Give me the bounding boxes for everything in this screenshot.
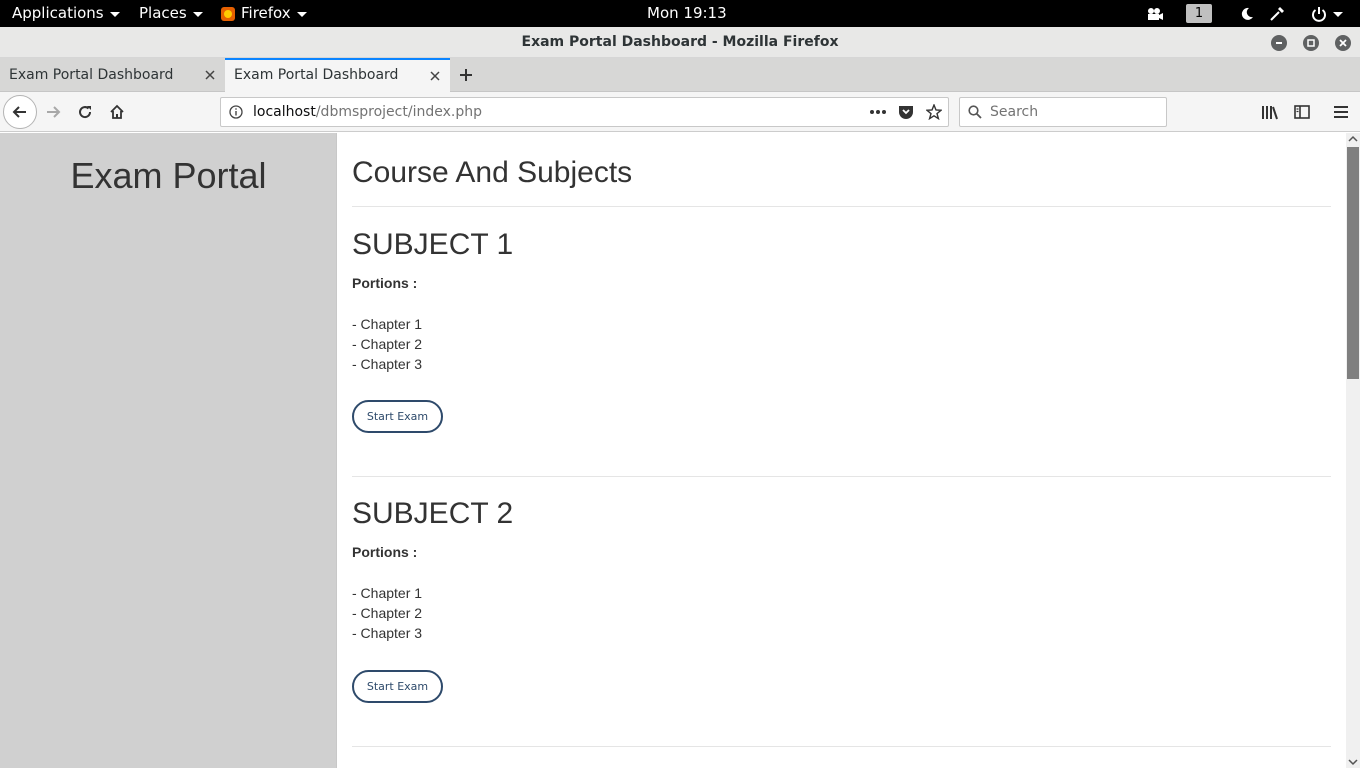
chapter-item: - Chapter 2 (352, 605, 423, 621)
chapter-item: - Chapter 2 (352, 336, 423, 352)
window-titlebar: Exam Portal Dashboard - Mozilla Firefox (0, 27, 1360, 58)
close-tab-icon[interactable] (428, 60, 442, 92)
page-heading: Course And Subjects (352, 156, 633, 189)
scroll-up-arrow-icon[interactable] (1348, 135, 1358, 143)
firefox-icon (221, 6, 235, 21)
subject-card-1: SUBJECT 1 Portions : - Chapter 1 - Chapt… (352, 228, 1331, 488)
start-exam-button[interactable]: Start Exam (352, 400, 443, 433)
minimize-button[interactable] (1271, 35, 1287, 51)
close-tab-icon[interactable] (203, 58, 217, 92)
clock[interactable]: Mon 19:13 (647, 0, 727, 27)
tab-label: Exam Portal Dashboard (9, 67, 174, 83)
portions-label: Portions : (352, 544, 418, 560)
pocket-icon[interactable] (893, 98, 919, 126)
url-bar[interactable]: localhost/dbmsproject/index.php (220, 97, 949, 127)
divider (352, 476, 1331, 477)
close-window-button[interactable] (1335, 35, 1351, 51)
night-light-icon[interactable] (1238, 0, 1256, 27)
sidebar-toggle-button[interactable] (1286, 96, 1318, 128)
divider (352, 206, 1331, 207)
home-icon (110, 104, 124, 119)
open-menu-button[interactable] (1325, 96, 1357, 128)
reload-button[interactable] (69, 96, 101, 128)
close-icon (1339, 39, 1347, 47)
chevron-down-icon (1333, 12, 1343, 17)
app-menu[interactable]: Firefox (221, 0, 307, 27)
arrow-left-icon (12, 106, 26, 118)
system-menu[interactable] (1307, 0, 1347, 27)
color-picker-icon[interactable] (1267, 0, 1287, 27)
app-menu-label: Firefox (241, 4, 291, 22)
chapter-item: - Chapter 1 (352, 585, 423, 601)
subject-title: SUBJECT 2 (352, 497, 514, 530)
applications-label: Applications (12, 4, 104, 22)
subject-title: SUBJECT 1 (352, 228, 514, 261)
tab-exam-portal-2[interactable]: Exam Portal Dashboard (225, 58, 450, 92)
reload-icon (79, 106, 92, 119)
tab-strip: Exam Portal Dashboard Exam Portal Dashbo… (0, 58, 1360, 92)
page-actions-icon[interactable] (865, 98, 891, 126)
scrollbar-thumb[interactable] (1347, 147, 1359, 379)
chapter-item: - Chapter 3 (352, 356, 423, 372)
tab-label: Exam Portal Dashboard (234, 67, 399, 83)
chevron-down-icon (109, 12, 120, 17)
video-camera-icon[interactable] (1145, 0, 1165, 27)
places-label: Places (139, 4, 187, 22)
library-button[interactable] (1254, 96, 1286, 128)
url-text[interactable]: localhost/dbmsproject/index.php (253, 98, 482, 126)
plus-icon (460, 69, 472, 81)
search-bar[interactable] (959, 97, 1167, 127)
back-button[interactable] (3, 95, 37, 129)
search-input[interactable] (990, 98, 1160, 126)
applications-menu[interactable]: Applications (12, 0, 120, 27)
info-icon[interactable] (229, 105, 243, 119)
new-tab-button[interactable] (452, 58, 480, 92)
places-menu[interactable]: Places (139, 0, 203, 27)
window-title: Exam Portal Dashboard - Mozilla Firefox (521, 34, 839, 50)
gnome-top-bar: Applications Places Firefox Mon 19:13 1 (0, 0, 1360, 27)
site-title: Exam Portal (70, 155, 267, 196)
home-button[interactable] (101, 96, 133, 128)
page-scrollbar[interactable] (1346, 133, 1360, 768)
page-viewport: Exam Portal Course And Subjects SUBJECT … (0, 133, 1360, 768)
power-icon (1312, 6, 1326, 22)
url-path: /dbmsproject/index.php (315, 104, 482, 120)
chevron-down-icon (192, 12, 203, 17)
divider (352, 746, 1331, 747)
start-exam-button[interactable]: Start Exam (352, 670, 443, 703)
minimize-icon (1276, 42, 1282, 44)
bookmark-star-icon[interactable] (921, 98, 947, 126)
forward-button[interactable] (37, 96, 69, 128)
search-icon (968, 105, 982, 119)
scroll-down-arrow-icon[interactable] (1348, 758, 1358, 766)
subject-card-2: SUBJECT 2 Portions : - Chapter 1 - Chapt… (352, 497, 1331, 757)
tab-exam-portal-1[interactable]: Exam Portal Dashboard (0, 58, 225, 92)
sidebar-icon (1294, 105, 1310, 119)
chapter-item: - Chapter 1 (352, 316, 423, 332)
url-host: localhost (253, 104, 316, 120)
chevron-down-icon (296, 12, 307, 17)
maximize-icon (1307, 39, 1315, 47)
workspace-indicator[interactable]: 1 (1186, 4, 1212, 23)
maximize-button[interactable] (1303, 35, 1319, 51)
portions-label: Portions : (352, 275, 418, 291)
arrow-right-icon (47, 106, 61, 118)
navigation-toolbar: localhost/dbmsproject/index.php (0, 92, 1360, 132)
site-sidebar: Exam Portal (0, 133, 337, 768)
chapter-item: - Chapter 3 (352, 625, 423, 641)
library-icon (1262, 106, 1278, 120)
hamburger-menu-icon (1334, 106, 1348, 118)
